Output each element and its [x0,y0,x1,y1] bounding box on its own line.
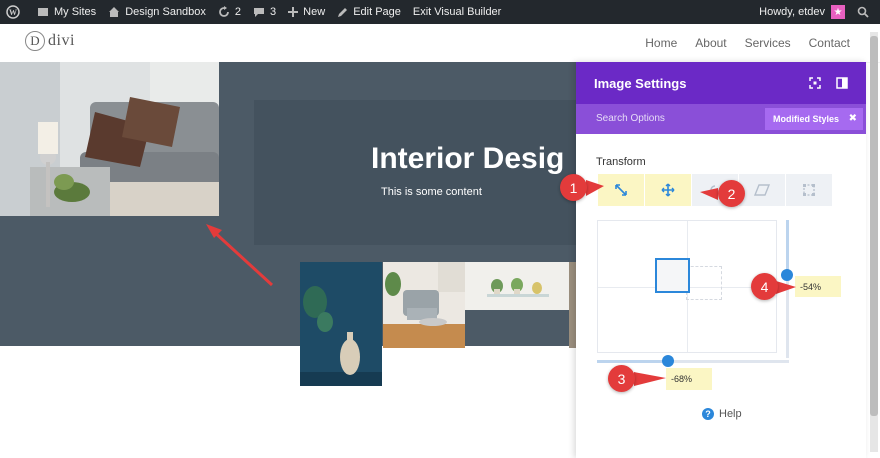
page-scroll-thumb[interactable] [870,36,878,416]
translate-pad[interactable] [597,220,777,353]
transform-tabs [598,174,832,206]
skew-icon [754,184,770,196]
scale-icon [615,184,627,196]
transform-section-label: Transform [596,156,646,168]
search-options-input[interactable]: Search Options [596,113,665,124]
admin-search-button[interactable] [851,0,880,24]
callout-badge-4: 4 [751,273,778,300]
svg-text:W: W [9,8,17,17]
nav-services[interactable]: Services [745,36,791,50]
tab-translate[interactable] [645,174,691,206]
translate-x-handle[interactable] [662,355,674,367]
shelf-photo [465,262,569,310]
translate-y-handle[interactable] [781,269,793,281]
help-label: Help [719,408,742,420]
new-content-menu[interactable]: New [282,0,331,24]
transformed-image[interactable] [0,62,219,216]
dock-panel-icon[interactable] [835,76,849,90]
site-name-menu[interactable]: Design Sandbox [102,0,212,24]
image-settings-panel: Image Settings Search Options Modified S… [576,62,866,458]
refresh-icon [219,6,229,17]
nav-contact[interactable]: Contact [809,36,850,50]
modified-styles-label: Modified Styles [773,114,840,124]
pad-preview-box[interactable] [655,258,690,293]
comments-link[interactable]: 3 [247,0,282,24]
wp-admin-bar: W My Sites Design Sandbox 2 3 New Edit P… [0,0,880,24]
howdy-label: Howdy, etdev [759,6,825,18]
edit-page-label: Edit Page [353,6,401,18]
account-menu[interactable]: Howdy, etdev ★ [753,0,851,24]
exit-builder-label: Exit Visual Builder [412,6,502,18]
translate-x-slider-fill [597,360,669,363]
pad-origin-ghost [686,266,722,300]
exit-visual-builder-link[interactable]: Exit Visual Builder [407,0,507,24]
comment-icon [254,8,265,17]
new-label: New [303,6,326,18]
armchair-photo [383,262,465,348]
panel-header: Image Settings [576,62,866,104]
wordpress-icon: W [6,5,20,19]
fullscreen-icon[interactable] [808,76,822,90]
updates-count: 2 [234,6,242,18]
avatar: ★ [831,5,845,19]
home-icon [109,7,120,17]
tab-skew[interactable] [739,174,785,206]
site-name-label: Design Sandbox [125,6,206,18]
living-room-photo [0,62,219,216]
comments-count: 3 [270,6,277,18]
origin-icon [803,184,815,196]
modified-styles-filter[interactable]: Modified Styles ✖ [765,108,863,130]
wordpress-logo-button[interactable]: W [0,0,31,24]
search-icon [857,6,869,18]
help-link[interactable]: ? Help [702,408,742,420]
pencil-icon [338,7,348,17]
hero-subtitle: This is some content [381,186,482,198]
gallery-image-shelf[interactable] [465,262,569,310]
site-header: D divi Home About Services Contact [0,24,880,62]
site-logo[interactable]: D divi [25,31,75,51]
my-sites-menu[interactable]: My Sites [31,0,102,24]
blue-wall-photo [300,262,382,386]
translate-y-slider-fill [786,220,789,274]
updates-link[interactable]: 2 [212,0,247,24]
panel-search-bar: Search Options Modified Styles ✖ [576,104,866,134]
move-icon [661,183,675,197]
callout-badge-2: 2 [718,180,745,207]
callout-badge-3: 3 [608,365,635,392]
edit-page-link[interactable]: Edit Page [331,0,407,24]
panel-title: Image Settings [594,76,687,91]
gallery-image-blue-wall[interactable] [300,262,382,386]
tab-scale[interactable] [598,174,644,206]
nav-home[interactable]: Home [645,36,677,50]
logo-text: divi [48,32,75,49]
help-icon: ? [702,408,714,420]
nav-about[interactable]: About [695,36,726,50]
logo-mark: D [25,31,45,51]
callout-badge-1: 1 [560,174,587,201]
sites-icon [38,8,48,16]
plus-icon [288,7,299,17]
tab-origin[interactable] [786,174,832,206]
close-icon[interactable]: ✖ [849,113,857,124]
my-sites-label: My Sites [54,6,97,18]
translate-y-value[interactable]: -54% [795,276,841,297]
gallery-image-armchair[interactable] [383,262,465,348]
hero-title: Interior Desig [371,142,565,175]
main-nav: Home About Services Contact [645,36,850,50]
translate-x-value[interactable]: -68% [666,368,712,390]
